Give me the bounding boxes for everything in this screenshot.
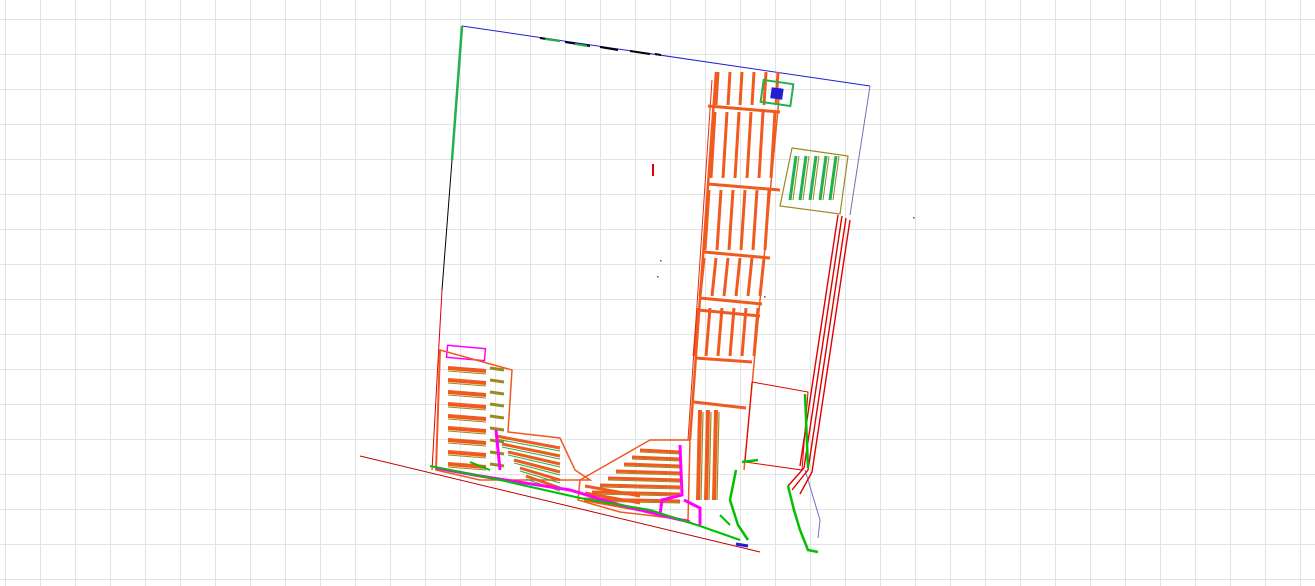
parking-row-line bbox=[447, 402, 487, 409]
parking-row-line bbox=[607, 476, 681, 482]
boundary-north bbox=[461, 25, 871, 87]
parking-row-line bbox=[599, 483, 681, 489]
parking-row-line bbox=[697, 308, 761, 318]
parking-row-line bbox=[447, 378, 487, 385]
parking-row-line bbox=[615, 469, 681, 475]
parking-row-line bbox=[727, 189, 735, 251]
west-parking-rows bbox=[435, 349, 561, 492]
parking-row-line bbox=[704, 409, 710, 501]
parking-row-line bbox=[808, 155, 818, 201]
main-parking-field bbox=[687, 71, 781, 501]
site-boundary bbox=[359, 25, 871, 553]
parking-row-line bbox=[704, 307, 712, 357]
parking-row-line bbox=[623, 462, 681, 468]
parking-row-line bbox=[687, 79, 713, 441]
northeast-parking-rows bbox=[788, 155, 840, 201]
parking-row-line bbox=[746, 257, 754, 297]
parking-row-line bbox=[707, 182, 781, 192]
parking-row-line bbox=[739, 189, 747, 251]
parking-row-line bbox=[591, 490, 681, 496]
parking-row-line bbox=[828, 155, 838, 201]
parking-row-line bbox=[798, 155, 808, 201]
parking-row-line bbox=[489, 426, 505, 432]
parking-row-line bbox=[733, 111, 741, 179]
parking-row-line bbox=[489, 366, 505, 372]
parking-row-line bbox=[703, 250, 771, 260]
site-plan-drawing[interactable] bbox=[0, 0, 1315, 586]
parking-row-line bbox=[710, 257, 718, 297]
parking-row-line bbox=[716, 307, 724, 357]
parking-row-line bbox=[728, 307, 736, 357]
parking-row-line bbox=[631, 455, 681, 461]
parking-row-line bbox=[489, 390, 505, 396]
parking-row-line bbox=[715, 189, 723, 251]
parking-row-line bbox=[447, 438, 487, 445]
parking-row-line bbox=[447, 366, 487, 373]
parking-row-line bbox=[757, 111, 765, 179]
parking-row-line bbox=[721, 111, 729, 179]
parking-row-line bbox=[734, 257, 742, 297]
parking-row-line bbox=[447, 450, 487, 457]
misc-markers bbox=[652, 164, 915, 298]
parking-row-line bbox=[688, 71, 718, 441]
parking-row-line bbox=[726, 71, 732, 106]
parking-row-line bbox=[489, 378, 505, 384]
parking-row-line bbox=[751, 189, 759, 251]
parking-row-line bbox=[447, 426, 487, 433]
parking-row-line bbox=[712, 409, 718, 501]
drawing-canvas[interactable] bbox=[0, 0, 1315, 586]
boundary-east bbox=[849, 85, 871, 216]
parking-row-line bbox=[694, 356, 753, 364]
parking-row-line bbox=[818, 155, 828, 201]
west-parking-area bbox=[435, 344, 593, 481]
parking-row-line bbox=[788, 155, 798, 201]
parking-row-line bbox=[639, 448, 681, 454]
parking-row-line bbox=[722, 257, 730, 297]
boundary-west-upper bbox=[450, 25, 464, 161]
boundary-west-middle bbox=[441, 159, 453, 291]
parking-row-line bbox=[489, 414, 505, 420]
parking-row-line bbox=[447, 414, 487, 421]
dark-details bbox=[735, 542, 749, 548]
east-building-outline bbox=[744, 381, 809, 471]
parking-row-line bbox=[489, 462, 505, 468]
parking-row-line bbox=[750, 71, 756, 106]
parking-row-line bbox=[693, 400, 747, 410]
parking-row-line bbox=[738, 71, 744, 106]
parking-row-line bbox=[762, 71, 768, 106]
parking-row-line bbox=[489, 402, 505, 408]
parking-row-line bbox=[447, 390, 487, 397]
pond bbox=[770, 87, 784, 100]
parking-row-line bbox=[745, 111, 753, 179]
parking-row-line bbox=[696, 409, 702, 501]
utility-lines bbox=[435, 429, 702, 525]
parking-row-line bbox=[699, 296, 763, 306]
parking-row-line bbox=[707, 104, 781, 114]
